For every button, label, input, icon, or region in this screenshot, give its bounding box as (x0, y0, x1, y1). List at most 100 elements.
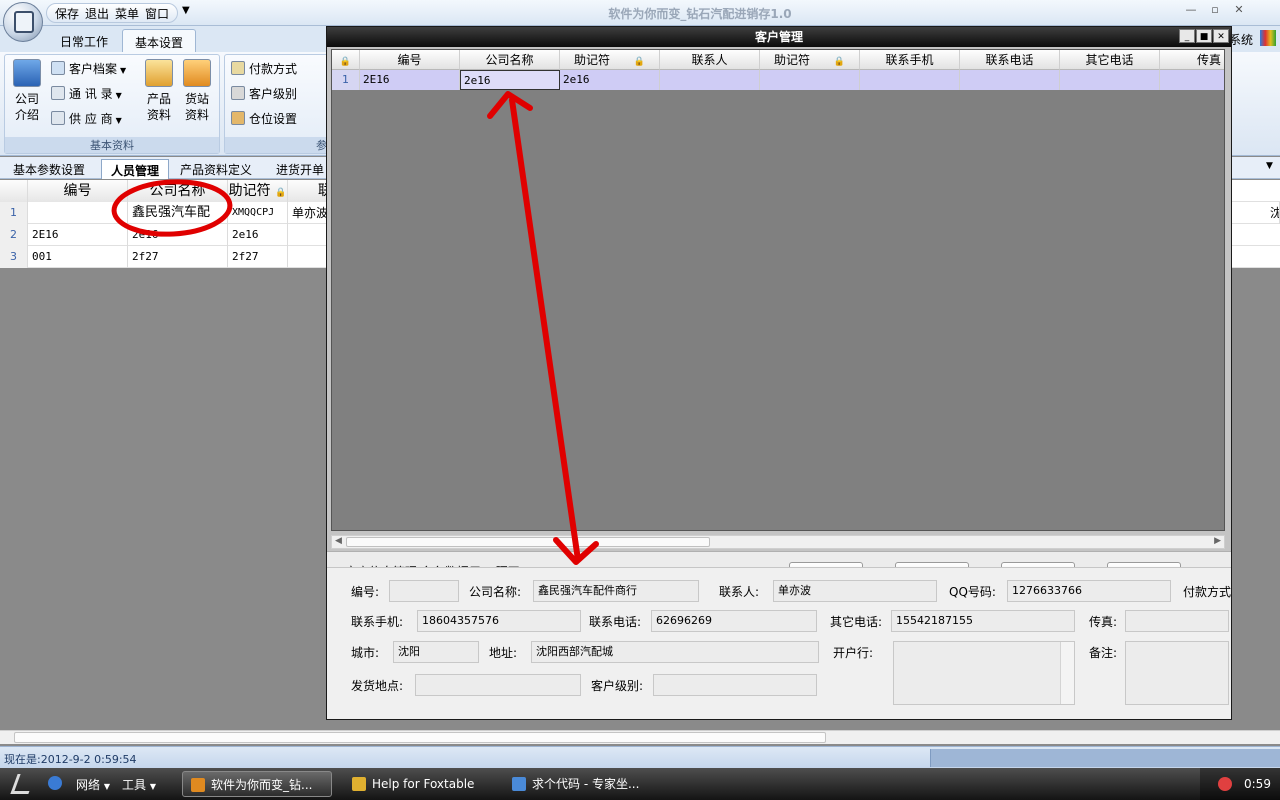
app-menu-button[interactable] (3, 2, 43, 42)
dropdown-arrow-icon: ▼ (120, 66, 127, 75)
scrollbar-thumb[interactable] (14, 732, 826, 743)
lock-icon: 🔒 (275, 188, 287, 198)
company-label: 公司名称: (469, 585, 522, 599)
taskbar-tools-menu[interactable]: 工具 ▼ (122, 776, 156, 793)
start-button[interactable] (6, 770, 40, 798)
taskbar-item-app[interactable]: 软件为你而变_钻... (182, 771, 332, 797)
ribbon-group-basic: 公司 介绍 客户档案 ▼ 通 讯 录 ▼ 供 应 商 ▼ 产品 资料 货站 资料 基本… (4, 54, 220, 154)
users-icon[interactable] (1260, 30, 1276, 46)
taskbar-item-help[interactable]: Help for Foxtable (344, 771, 498, 797)
customer-level-field[interactable] (653, 674, 817, 696)
scroll-left-icon[interactable]: ◀ (335, 536, 342, 546)
status-bar: 现在是:2012-9-2 0:59:54 (0, 746, 1280, 768)
status-datetime: 现在是:2012-9-2 0:59:54 (4, 753, 137, 766)
column-header[interactable]: 编号 (28, 180, 128, 202)
scrollbar-thumb[interactable] (346, 537, 710, 547)
company-intro-button[interactable]: 公司 介绍 (9, 59, 45, 123)
doctab-purchase[interactable]: 进货开单 (267, 159, 333, 179)
column-header[interactable]: 公司名称 (460, 50, 560, 70)
address-field[interactable]: 沈阳西部汽配城 (531, 641, 819, 663)
city-label: 城市: (351, 646, 380, 660)
qq-field[interactable]: 1276633766 (1007, 580, 1171, 602)
column-header[interactable]: 其它电话 (1060, 50, 1160, 70)
freight-station-button[interactable]: 货站 资料 (179, 59, 215, 123)
remark-textarea[interactable] (1125, 641, 1229, 705)
taskbar-network-menu[interactable]: 网络 ▼ (76, 776, 110, 793)
ribbon-system-label[interactable]: 系统 (1229, 31, 1253, 48)
grid-horizontal-scrollbar[interactable]: ◀ ▶ (331, 535, 1225, 549)
supplier-icon (51, 111, 65, 125)
company-field[interactable]: 鑫民强汽车配件商行 (533, 580, 699, 602)
level-icon (231, 86, 245, 100)
tab-overflow-icon[interactable]: ▼ (1266, 161, 1273, 171)
column-header[interactable]: 传真 (1160, 50, 1224, 70)
company-icon (13, 59, 41, 87)
customer-file-button[interactable]: 客户档案 ▼ (51, 59, 126, 79)
taskbar-clock[interactable]: 0:59 (1244, 777, 1271, 791)
other-phone-label: 其它电话: (830, 615, 883, 629)
browser-icon[interactable] (48, 776, 62, 790)
fax-field[interactable] (1125, 610, 1229, 632)
volume-icon[interactable] (1218, 777, 1232, 791)
start-logo-icon (10, 774, 36, 794)
other-phone-field[interactable]: 15542187155 (891, 610, 1075, 632)
minimize-icon[interactable]: _ (1179, 29, 1195, 43)
ribbon-group-params: 付款方式 客户级别 仓位设置 参 (224, 54, 334, 154)
dropdown-arrow-icon: ▼ (103, 782, 110, 791)
table-row[interactable]: 1 2E16 2e16 2e16 (332, 70, 1224, 90)
contact-label: 联系人: (719, 585, 760, 599)
qq-label: QQ号码: (949, 585, 996, 599)
scroll-right-icon[interactable]: ▶ (1214, 536, 1221, 546)
doctab-staff[interactable]: 人员管理 (101, 159, 170, 179)
column-header[interactable]: 编号 (360, 50, 460, 70)
customer-management-window: 客户管理 _ ■ ✕ 🔒 编号 公司名称 助记符 🔒 联系人 助记符 🔒 联系手… (326, 26, 1232, 720)
selected-cell[interactable]: 2e16 (460, 70, 560, 90)
close-icon[interactable]: ✕ (1228, 3, 1250, 19)
bank-textarea[interactable] (893, 641, 1075, 705)
phone-label: 联系电话: (589, 615, 642, 629)
app-icon (191, 778, 205, 792)
phone-field[interactable]: 62696269 (651, 610, 817, 632)
product-data-button[interactable]: 产品 资料 (141, 59, 177, 123)
company-name-cell[interactable]: 鑫民强汽车配 (128, 202, 228, 224)
doctab-product-def[interactable]: 产品资料定义 (171, 159, 261, 179)
id-field[interactable] (389, 580, 459, 602)
column-header[interactable]: 联系电话 (960, 50, 1060, 70)
customer-grid: 🔒 编号 公司名称 助记符 🔒 联系人 助记符 🔒 联系手机 联系电话 其它电话… (331, 49, 1225, 531)
maximize-icon[interactable]: ■ (1196, 29, 1212, 43)
lock-icon: 🔒 (339, 57, 352, 67)
dropdown-arrow-icon: ▼ (115, 116, 122, 125)
dropdown-arrow-icon: ▼ (115, 91, 122, 100)
warehouse-setting-button[interactable]: 仓位设置 (231, 109, 297, 129)
card-icon (51, 61, 65, 75)
column-header[interactable]: 助记符 🔒 (228, 180, 288, 202)
column-header[interactable]: 联系手机 (860, 50, 960, 70)
textarea-scrollbar[interactable] (1060, 642, 1074, 704)
payment-method-button[interactable]: 付款方式 (231, 59, 297, 79)
id-label: 编号: (351, 585, 380, 599)
warehouse-icon (231, 111, 245, 125)
status-panel (930, 749, 1280, 767)
mobile-field[interactable]: 18604357576 (417, 610, 581, 632)
customer-level-button[interactable]: 客户级别 (231, 84, 297, 104)
contacts-button[interactable]: 通 讯 录 ▼ (51, 84, 122, 104)
city-field[interactable]: 沈阳 (393, 641, 479, 663)
doctab-basic-params[interactable]: 基本参数设置 (4, 159, 94, 179)
column-header[interactable]: 公司名称 (128, 180, 228, 202)
minimize-icon[interactable]: — (1180, 3, 1202, 19)
taskbar-item-browser[interactable]: 求个代码 - 专家坐... (504, 771, 654, 797)
supplier-button[interactable]: 供 应 商 ▼ (51, 109, 122, 129)
ship-place-field[interactable] (415, 674, 581, 696)
column-header[interactable]: 联系人 (660, 50, 760, 70)
fax-label: 传真: (1089, 615, 1118, 629)
tab-basic-settings[interactable]: 基本设置 (122, 29, 197, 52)
app-window-controls: — ▫ ✕ (1180, 3, 1250, 19)
tab-daily-work[interactable]: 日常工作 (48, 29, 120, 52)
horizontal-scrollbar[interactable] (0, 730, 1280, 744)
maximize-icon[interactable]: ▫ (1204, 3, 1226, 19)
column-header[interactable]: 助记符 🔒 (560, 50, 660, 70)
ship-place-label: 发货地点: (351, 679, 404, 693)
close-icon[interactable]: ✕ (1213, 29, 1229, 43)
column-header[interactable]: 助记符 🔒 (760, 50, 860, 70)
contact-field[interactable]: 单亦波 (773, 580, 937, 602)
